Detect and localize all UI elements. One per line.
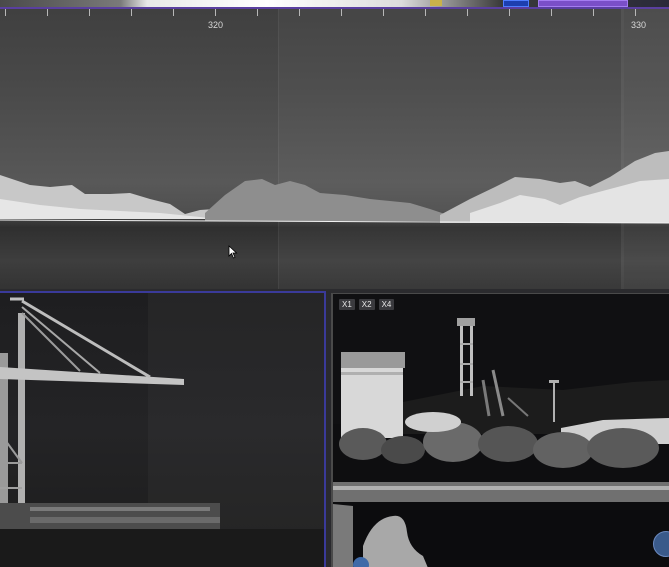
azimuth-ruler [0, 9, 669, 19]
ruler-tick [467, 9, 468, 16]
ruler-label-320: 320 [208, 20, 224, 30]
toolbar-purple-button[interactable] [538, 0, 628, 7]
ruler-tick [257, 9, 258, 16]
thermal-panorama-view[interactable] [0, 9, 669, 289]
crane-scene [0, 297, 324, 567]
zoom-button-group: X1 X2 X4 [339, 299, 395, 310]
ruler-tick [593, 9, 594, 16]
ruler-tick [383, 9, 384, 16]
ruler-tick [635, 9, 636, 16]
camera-view-harbour[interactable]: X1 X2 X4 [331, 293, 669, 567]
ruler-tick [425, 9, 426, 16]
toolbar-blue-button[interactable] [503, 0, 529, 7]
status-indicator [430, 0, 442, 6]
mountain-ridge-center [205, 179, 445, 221]
ruler-tick [5, 9, 6, 16]
zoom-x1-button[interactable]: X1 [339, 299, 355, 310]
ruler-tick [47, 9, 48, 16]
ruler-tick [131, 9, 132, 16]
ruler-tick [299, 9, 300, 16]
ruler-tick [173, 9, 174, 16]
harbour-scene [333, 294, 669, 567]
zoom-x2-button[interactable]: X2 [358, 299, 375, 310]
ruler-tick [509, 9, 510, 16]
ruler-tick [89, 9, 90, 16]
ruler-label-330: 330 [631, 20, 647, 30]
top-toolbar-strip [0, 0, 669, 9]
ruler-tick [551, 9, 552, 16]
ruler-tick [215, 9, 216, 16]
zoom-x4-button[interactable]: X4 [378, 299, 395, 310]
view-control-button[interactable] [353, 557, 369, 567]
ruler-tick [341, 9, 342, 16]
panorama-scene [0, 151, 669, 224]
camera-view-crane[interactable] [0, 291, 326, 567]
